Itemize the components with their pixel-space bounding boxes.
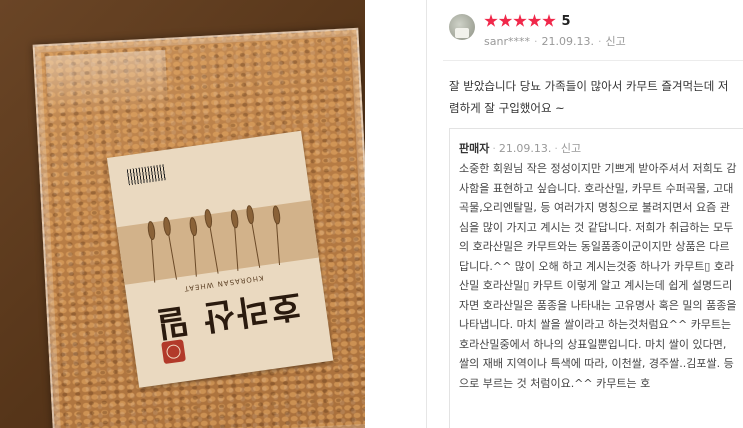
star-icon <box>498 14 513 27</box>
product-label: KHORASAN WHEAT 호라산 밀 <box>106 130 334 388</box>
reply-date: 21.09.13. <box>498 142 552 155</box>
avatar-image <box>455 28 469 38</box>
photo-gap <box>365 0 427 428</box>
review-panel: 5 sanr**** · 21.09.13. · 신고 잘 받았습니다 당뇨 가족들이 … <box>427 0 743 428</box>
brand-stamp-icon <box>161 339 186 365</box>
seller-reply: 판매자 · 21.09.13. · 신고 소중한 회원님 작은 정성이지만 기쁘게 받아… <box>449 128 743 428</box>
review-photo[interactable]: KHORASAN WHEAT 호라산 밀 <box>0 0 365 428</box>
review-meta: sanr**** · 21.09.13. · 신고 <box>484 33 626 49</box>
review-body: 잘 받았습니다 당뇨 가족들이 많아서 카무트 즐겨먹는데 저렴하게 잘 구입했… <box>449 79 729 115</box>
star-icon <box>527 14 542 27</box>
review-date: 21.09.13. <box>541 35 594 48</box>
avatar <box>449 14 475 40</box>
report-link[interactable]: 신고 <box>605 35 625 48</box>
stamp-ring <box>165 343 182 360</box>
meta-separator: · <box>492 142 496 155</box>
wheat-bag-image: KHORASAN WHEAT 호라산 밀 <box>32 27 365 428</box>
review-divider <box>443 60 743 61</box>
star-icon <box>513 14 527 27</box>
barcode-icon <box>126 164 167 186</box>
star-icon <box>484 14 498 27</box>
meta-separator: · <box>533 35 538 48</box>
meta-separator: · <box>554 142 558 155</box>
star-icon <box>542 14 556 27</box>
star-rating: 5 <box>484 13 571 29</box>
meta-separator: · <box>597 35 602 48</box>
reply-report-link[interactable]: 신고 <box>561 142 581 155</box>
rating-number: 5 <box>561 13 571 29</box>
reply-header: 판매자 · 21.09.13. · 신고 <box>459 140 581 156</box>
reply-body: 소중한 회원님 작은 정성이지만 기쁘게 받아주셔서 저희도 감사함을 표현하고… <box>459 162 737 390</box>
bag-gloss <box>45 49 169 117</box>
seller-label: 판매자 <box>459 142 490 155</box>
reviewer-name: sanr**** <box>484 35 530 48</box>
